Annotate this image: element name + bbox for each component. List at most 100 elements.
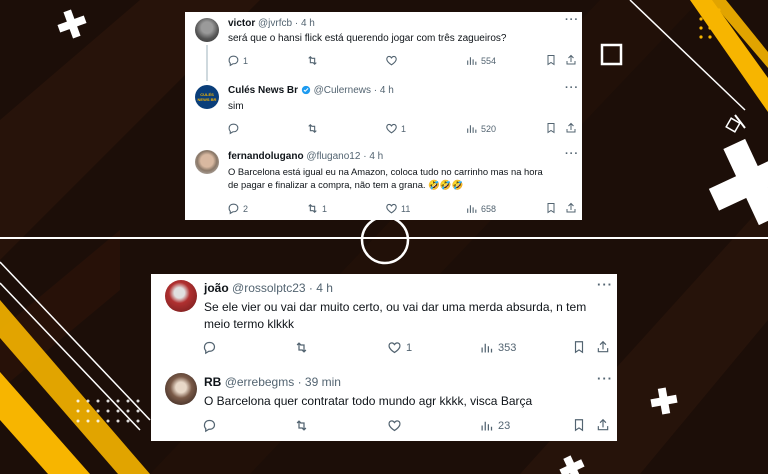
more-icon[interactable]: ··· [597, 277, 613, 292]
share-action[interactable] [596, 418, 610, 432]
avatar[interactable] [195, 150, 219, 174]
bottom-tweet-card: joão @rossolptc23 · 4 h ··· Se ele vier … [151, 274, 617, 441]
tweet-text-line-2: meio termo klkkk [204, 317, 295, 331]
retweet-action[interactable] [306, 122, 319, 135]
tweet-time[interactable]: · 4 h [363, 151, 383, 162]
share-action[interactable] [565, 122, 577, 134]
author-name[interactable]: Culés News Br [228, 85, 298, 96]
share-icon [597, 418, 609, 431]
tweet-header: joão @rossolptc23 · 4 h [204, 281, 333, 295]
tweet-header: RB @errebegms · 39 min [204, 375, 341, 389]
author-name[interactable]: victor [228, 18, 255, 29]
bookmark-icon [547, 203, 555, 214]
views-icon [467, 125, 477, 133]
author-handle[interactable]: @Culernews [314, 85, 371, 96]
tweet-cules-news[interactable]: CULÉS NEWS BR Culés News Br @Culernews ·… [185, 82, 582, 146]
share-action[interactable] [565, 54, 577, 66]
retweet-action[interactable] [294, 340, 309, 355]
tweet-text: O Barcelona quer contratar todo mundo ag… [204, 394, 533, 408]
bookmark-action[interactable] [545, 202, 557, 214]
reply-icon [203, 341, 216, 355]
views-action[interactable]: 353 [479, 340, 516, 355]
reply-count: 2 [243, 203, 249, 214]
verified-icon [301, 86, 310, 95]
like-count: 1 [406, 341, 413, 354]
retweet-action[interactable] [306, 54, 319, 67]
avatar[interactable]: CULÉS NEWS BR [195, 85, 219, 109]
like-action[interactable]: 1 [385, 122, 406, 135]
author-name[interactable]: RB [204, 375, 221, 389]
share-action[interactable] [565, 202, 577, 214]
share-action[interactable] [596, 340, 610, 354]
like-icon [386, 203, 397, 214]
avatar[interactable] [195, 18, 219, 42]
more-icon[interactable]: ··· [565, 82, 579, 94]
tweet-time[interactable]: · 39 min [298, 375, 341, 389]
like-action[interactable]: 11 [385, 202, 410, 215]
views-count: 520 [481, 123, 497, 134]
retweet-icon [296, 420, 307, 431]
more-icon[interactable]: ··· [597, 371, 613, 386]
views-icon [481, 421, 493, 431]
views-count: 23 [498, 419, 511, 432]
thread-connector [206, 45, 208, 81]
more-icon[interactable]: ··· [565, 14, 579, 26]
retweet-icon [308, 55, 317, 66]
bookmark-action[interactable] [572, 340, 586, 354]
retweet-action[interactable]: 1 [306, 202, 327, 215]
author-handle[interactable]: @jvrfcb [258, 18, 292, 29]
top-tweet-card: victor @jvrfcb · 4 h ··· será que o hans… [185, 12, 582, 220]
like-icon [386, 55, 397, 66]
tweet-time[interactable]: · 4 h [309, 281, 333, 295]
avatar[interactable] [165, 373, 197, 405]
like-count: 1 [401, 123, 407, 134]
tweet-time[interactable]: · 4 h [295, 18, 315, 29]
tweet-fernandolugano[interactable]: fernandolugano @flugano12 · 4 h ··· O Ba… [185, 146, 582, 220]
like-action[interactable]: 1 [387, 340, 412, 355]
views-count: 658 [481, 203, 497, 214]
author-handle[interactable]: @errebegms [225, 375, 295, 389]
retweet-icon [308, 123, 317, 134]
tweet-text-line-1: Se ele vier ou vai dar muito certo, ou v… [204, 300, 587, 314]
reply-icon [203, 419, 216, 433]
views-count: 353 [498, 341, 517, 354]
author-name[interactable]: fernandolugano [228, 151, 304, 162]
views-icon [467, 205, 477, 213]
reply-action[interactable] [227, 122, 240, 135]
bookmark-icon [574, 341, 584, 354]
tweet-victor[interactable]: victor @jvrfcb · 4 h ··· será que o hans… [185, 12, 582, 82]
reply-action[interactable] [202, 418, 217, 433]
tweet-header: Culés News Br @Culernews · 4 h [228, 85, 394, 96]
bookmark-icon [547, 55, 555, 66]
share-icon [566, 122, 576, 133]
retweet-action[interactable] [294, 418, 309, 433]
like-icon [386, 123, 397, 134]
avatar-logo-text: CULÉS NEWS BR [197, 92, 217, 102]
author-name[interactable]: joão [204, 281, 229, 295]
views-action[interactable]: 658 [465, 202, 496, 215]
reply-icon [228, 203, 239, 215]
more-icon[interactable]: ··· [565, 148, 579, 160]
views-action[interactable]: 520 [465, 122, 496, 135]
tweet-time[interactable]: · 4 h [374, 85, 394, 96]
tweet-header: fernandolugano @flugano12 · 4 h [228, 151, 383, 162]
tweet-rb[interactable]: RB @errebegms · 39 min ··· O Barcelona q… [151, 366, 617, 441]
views-action[interactable]: 23 [479, 418, 510, 433]
author-handle[interactable]: @rossolptc23 [232, 281, 306, 295]
tweet-joao[interactable]: joão @rossolptc23 · 4 h ··· Se ele vier … [151, 274, 617, 366]
reply-action[interactable] [202, 340, 217, 355]
bookmark-action[interactable] [545, 122, 557, 134]
views-action[interactable]: 554 [465, 54, 496, 67]
reply-action[interactable]: 1 [227, 54, 248, 67]
author-handle[interactable]: @flugano12 [306, 151, 360, 162]
retweet-icon [308, 203, 317, 214]
bookmark-action[interactable] [545, 54, 557, 66]
like-action[interactable] [385, 54, 398, 67]
avatar[interactable] [165, 280, 197, 312]
reply-action[interactable]: 2 [227, 202, 248, 215]
share-icon [566, 202, 576, 213]
views-count: 554 [481, 55, 497, 66]
bookmark-action[interactable] [572, 418, 586, 432]
share-icon [566, 54, 576, 65]
like-action[interactable] [387, 418, 402, 433]
